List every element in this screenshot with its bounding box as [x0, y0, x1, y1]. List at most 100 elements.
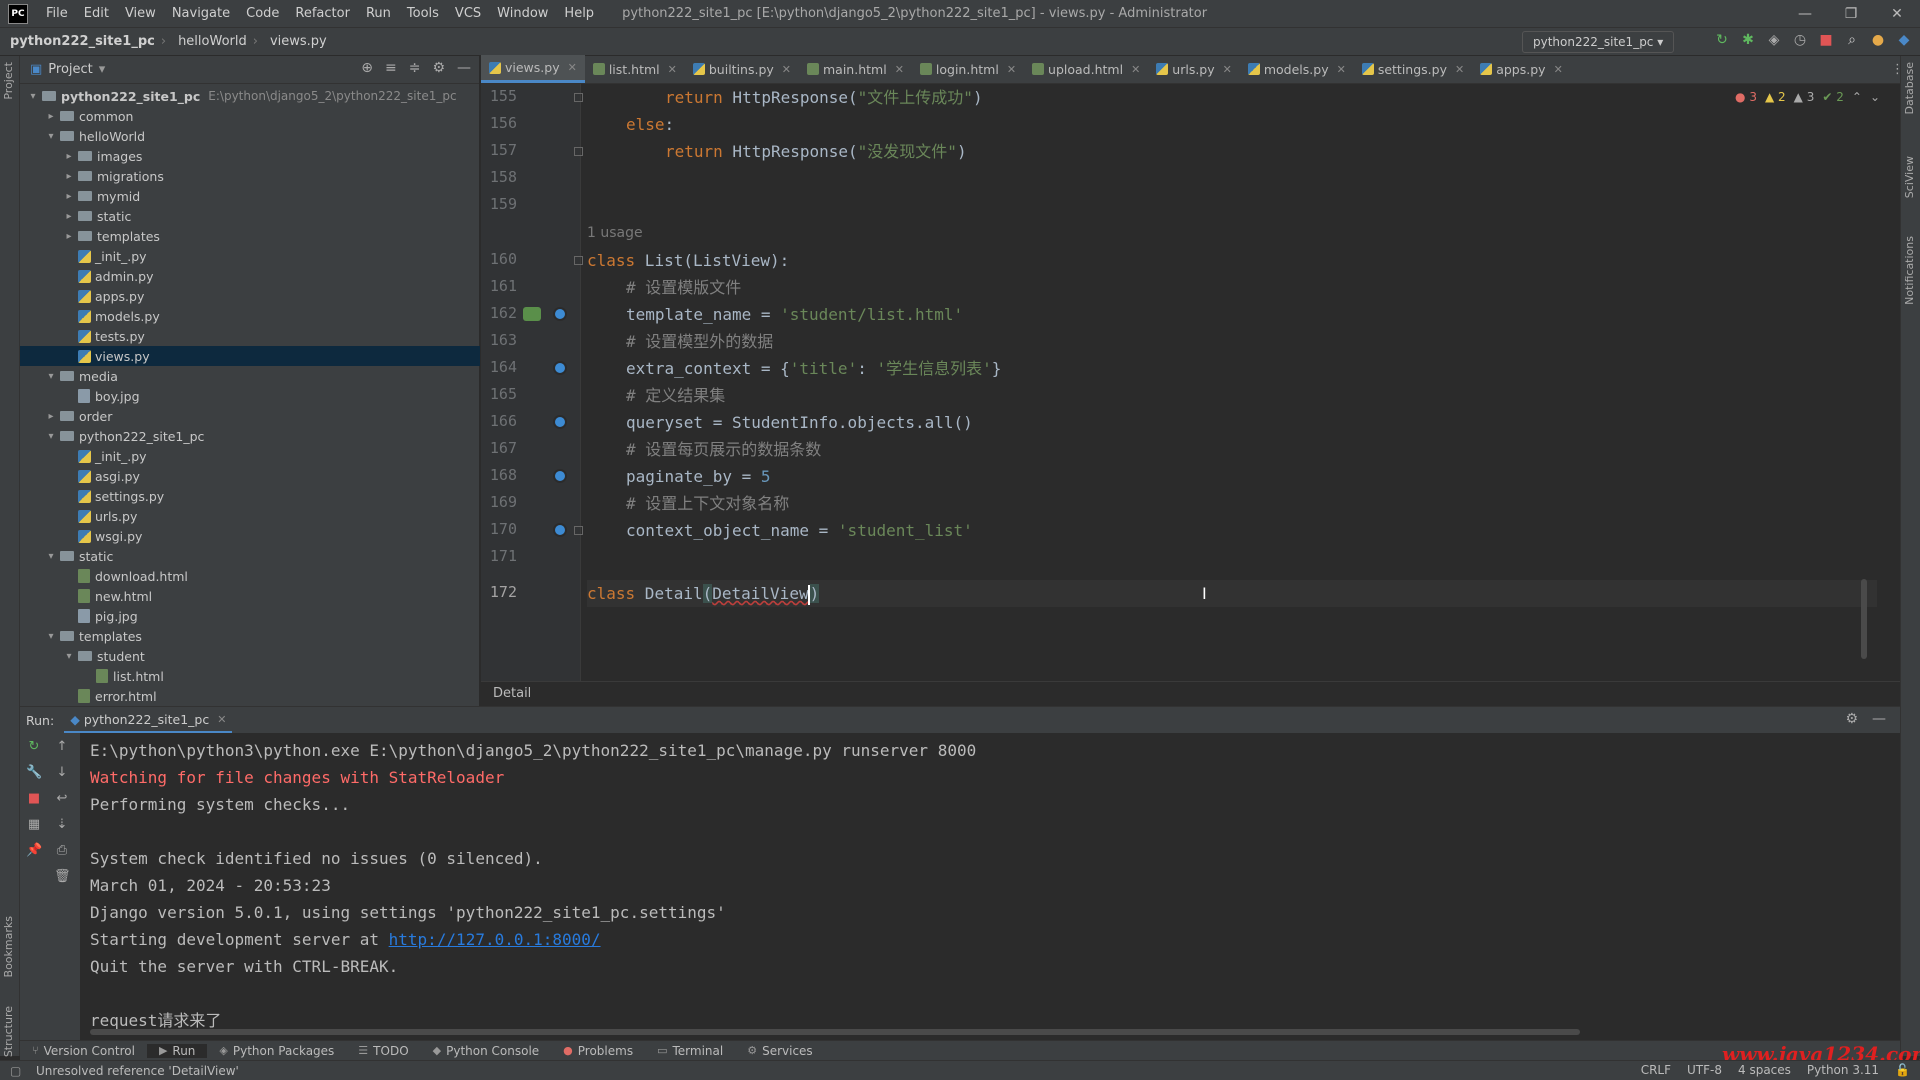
sciview-tool-button[interactable]: SciView [1903, 156, 1916, 198]
line-number[interactable]: 164 [481, 358, 517, 376]
override-marker-icon[interactable] [553, 415, 567, 429]
override-marker-icon[interactable] [553, 307, 567, 321]
lock-icon[interactable]: 🔓 [1895, 1063, 1910, 1077]
tree-item[interactable]: list.html [20, 666, 480, 686]
chevron-down-icon[interactable]: ▾ [26, 91, 40, 102]
menu-navigate[interactable]: Navigate [164, 6, 238, 21]
structure-tool-button[interactable]: Structure [2, 1006, 15, 1057]
stop-icon[interactable]: ■ [26, 791, 42, 806]
tree-item[interactable]: models.py [20, 306, 480, 326]
editor-tab[interactable]: settings.py ✕ [1354, 55, 1472, 83]
chevron-down-icon[interactable]: ▾ [62, 651, 76, 662]
line-number[interactable]: 170 [481, 520, 517, 538]
python-interpreter[interactable]: Python 3.11 [1807, 1063, 1879, 1077]
tree-item[interactable]: new.html [20, 586, 480, 606]
chevron-right-icon[interactable]: ▸ [62, 191, 76, 202]
menu-file[interactable]: File [38, 6, 76, 21]
chevron-down-icon[interactable]: ▾ [44, 371, 58, 382]
console-horizontal-scrollbar[interactable] [90, 1029, 1580, 1035]
tree-item[interactable]: _init_.py [20, 246, 480, 266]
layout-icon[interactable]: ▦ [26, 817, 42, 832]
menu-view[interactable]: View [117, 6, 164, 21]
menu-window[interactable]: Window [489, 6, 556, 21]
tree-item[interactable]: _init_.py [20, 446, 480, 466]
close-icon[interactable]: ✕ [895, 63, 904, 76]
menu-code[interactable]: Code [238, 6, 287, 21]
rerun-icon[interactable]: ↻ [1714, 32, 1730, 48]
close-icon[interactable]: ✕ [1337, 63, 1346, 76]
updates-icon[interactable]: ● [1870, 32, 1886, 48]
rerun-icon[interactable]: ↻ [26, 739, 42, 754]
tree-item[interactable]: ▾ static [20, 546, 480, 566]
python-packages-tab[interactable]: ◈ Python Packages [207, 1044, 346, 1058]
chevron-right-icon[interactable]: ▸ [44, 411, 58, 422]
stop-icon[interactable]: ■ [1818, 32, 1834, 48]
tree-item[interactable]: ▸ templates [20, 226, 480, 246]
chevron-down-icon[interactable]: ▾ [44, 131, 58, 142]
bookmarks-tool-button[interactable]: Bookmarks [2, 916, 15, 977]
tree-item[interactable]: ▸ static [20, 206, 480, 226]
wrench-icon[interactable]: 🔧 [26, 765, 42, 780]
tree-item[interactable]: ▾ templates [20, 626, 480, 646]
tree-item[interactable]: apps.py [20, 286, 480, 306]
close-icon[interactable]: ✕ [782, 63, 791, 76]
arrow-up-icon[interactable]: ↑ [54, 739, 70, 754]
soft-wrap-icon[interactable]: ↩ [54, 791, 70, 806]
line-number[interactable]: 155 [481, 87, 517, 105]
editor-tab[interactable]: models.py ✕ [1240, 55, 1354, 83]
editor-tab[interactable]: builtins.py ✕ [685, 55, 799, 83]
override-marker-icon[interactable] [553, 523, 567, 537]
tree-item[interactable]: ▸ images [20, 146, 480, 166]
indent-setting[interactable]: 4 spaces [1738, 1063, 1791, 1077]
django-template-icon[interactable] [523, 307, 541, 321]
expand-all-icon[interactable]: ≡ [385, 60, 397, 76]
close-icon[interactable]: ✕ [217, 713, 226, 726]
chevron-down-icon[interactable]: ▾ [44, 631, 58, 642]
close-icon[interactable]: ✕ [668, 63, 677, 76]
trash-icon[interactable]: 🗑 [54, 869, 71, 884]
tree-item[interactable]: asgi.py [20, 466, 480, 486]
menu-run[interactable]: Run [358, 6, 399, 21]
editor-tab[interactable]: main.html ✕ [799, 55, 912, 83]
editor-tab[interactable]: urls.py ✕ [1148, 55, 1240, 83]
close-icon[interactable]: ✕ [1223, 63, 1232, 76]
chevron-down-icon[interactable]: ▾ [44, 551, 58, 562]
chevron-right-icon[interactable]: ▸ [62, 151, 76, 162]
tree-item[interactable]: ▸ mymid [20, 186, 480, 206]
tree-item[interactable]: settings.py [20, 486, 480, 506]
project-tool-button[interactable]: Project [2, 62, 15, 100]
line-number[interactable]: 160 [481, 250, 517, 268]
breadcrumb-project[interactable]: python222_site1_pc [0, 34, 159, 49]
close-icon[interactable]: ✕ [1007, 63, 1016, 76]
status-toggle-icon[interactable]: ▢ [10, 1064, 21, 1078]
tree-item[interactable]: tests.py [20, 326, 480, 346]
tree-item[interactable]: ▸ order [20, 406, 480, 426]
close-icon[interactable]: ✕ [1131, 63, 1140, 76]
breadcrumb-folder[interactable]: helloWorld [168, 34, 251, 49]
chevron-right-icon[interactable]: ▸ [62, 211, 76, 222]
breadcrumb-file[interactable]: views.py [260, 34, 331, 49]
line-number[interactable]: 159 [481, 195, 517, 213]
line-separator[interactable]: CRLF [1641, 1063, 1671, 1077]
close-icon[interactable]: ✕ [568, 61, 577, 74]
jetbrains-logo-icon[interactable]: ◆ [1896, 32, 1912, 48]
server-url-link[interactable]: http://127.0.0.1:8000/ [389, 930, 601, 949]
line-number[interactable]: 172 [481, 583, 517, 601]
editor-tab[interactable]: login.html ✕ [912, 55, 1024, 83]
version-control-tab[interactable]: ⑂ Version Control [20, 1044, 147, 1058]
close-window-button[interactable]: ✕ [1874, 0, 1920, 28]
code-area[interactable]: return HttpResponse("文件上传成功") else: retu… [587, 84, 1877, 681]
tree-item[interactable]: ▾ helloWorld [20, 126, 480, 146]
menu-edit[interactable]: Edit [76, 6, 117, 21]
file-encoding[interactable]: UTF-8 [1687, 1063, 1722, 1077]
problems-tab[interactable]: ● Problems [551, 1044, 645, 1058]
project-panel-title[interactable]: Project [48, 62, 92, 77]
hide-panel-icon[interactable]: — [457, 60, 471, 76]
line-number[interactable]: 166 [481, 412, 517, 430]
print-icon[interactable]: ⎙ [54, 843, 70, 858]
chevron-down-icon[interactable]: ▾ [99, 62, 106, 77]
tree-item[interactable]: ▾ python222_site1_pc E:\python\django5_2\p… [20, 86, 480, 106]
editor-tab[interactable]: upload.html ✕ [1024, 55, 1148, 83]
editor-tab[interactable]: views.py ✕ [481, 55, 585, 83]
line-number[interactable]: 162 [481, 304, 517, 322]
